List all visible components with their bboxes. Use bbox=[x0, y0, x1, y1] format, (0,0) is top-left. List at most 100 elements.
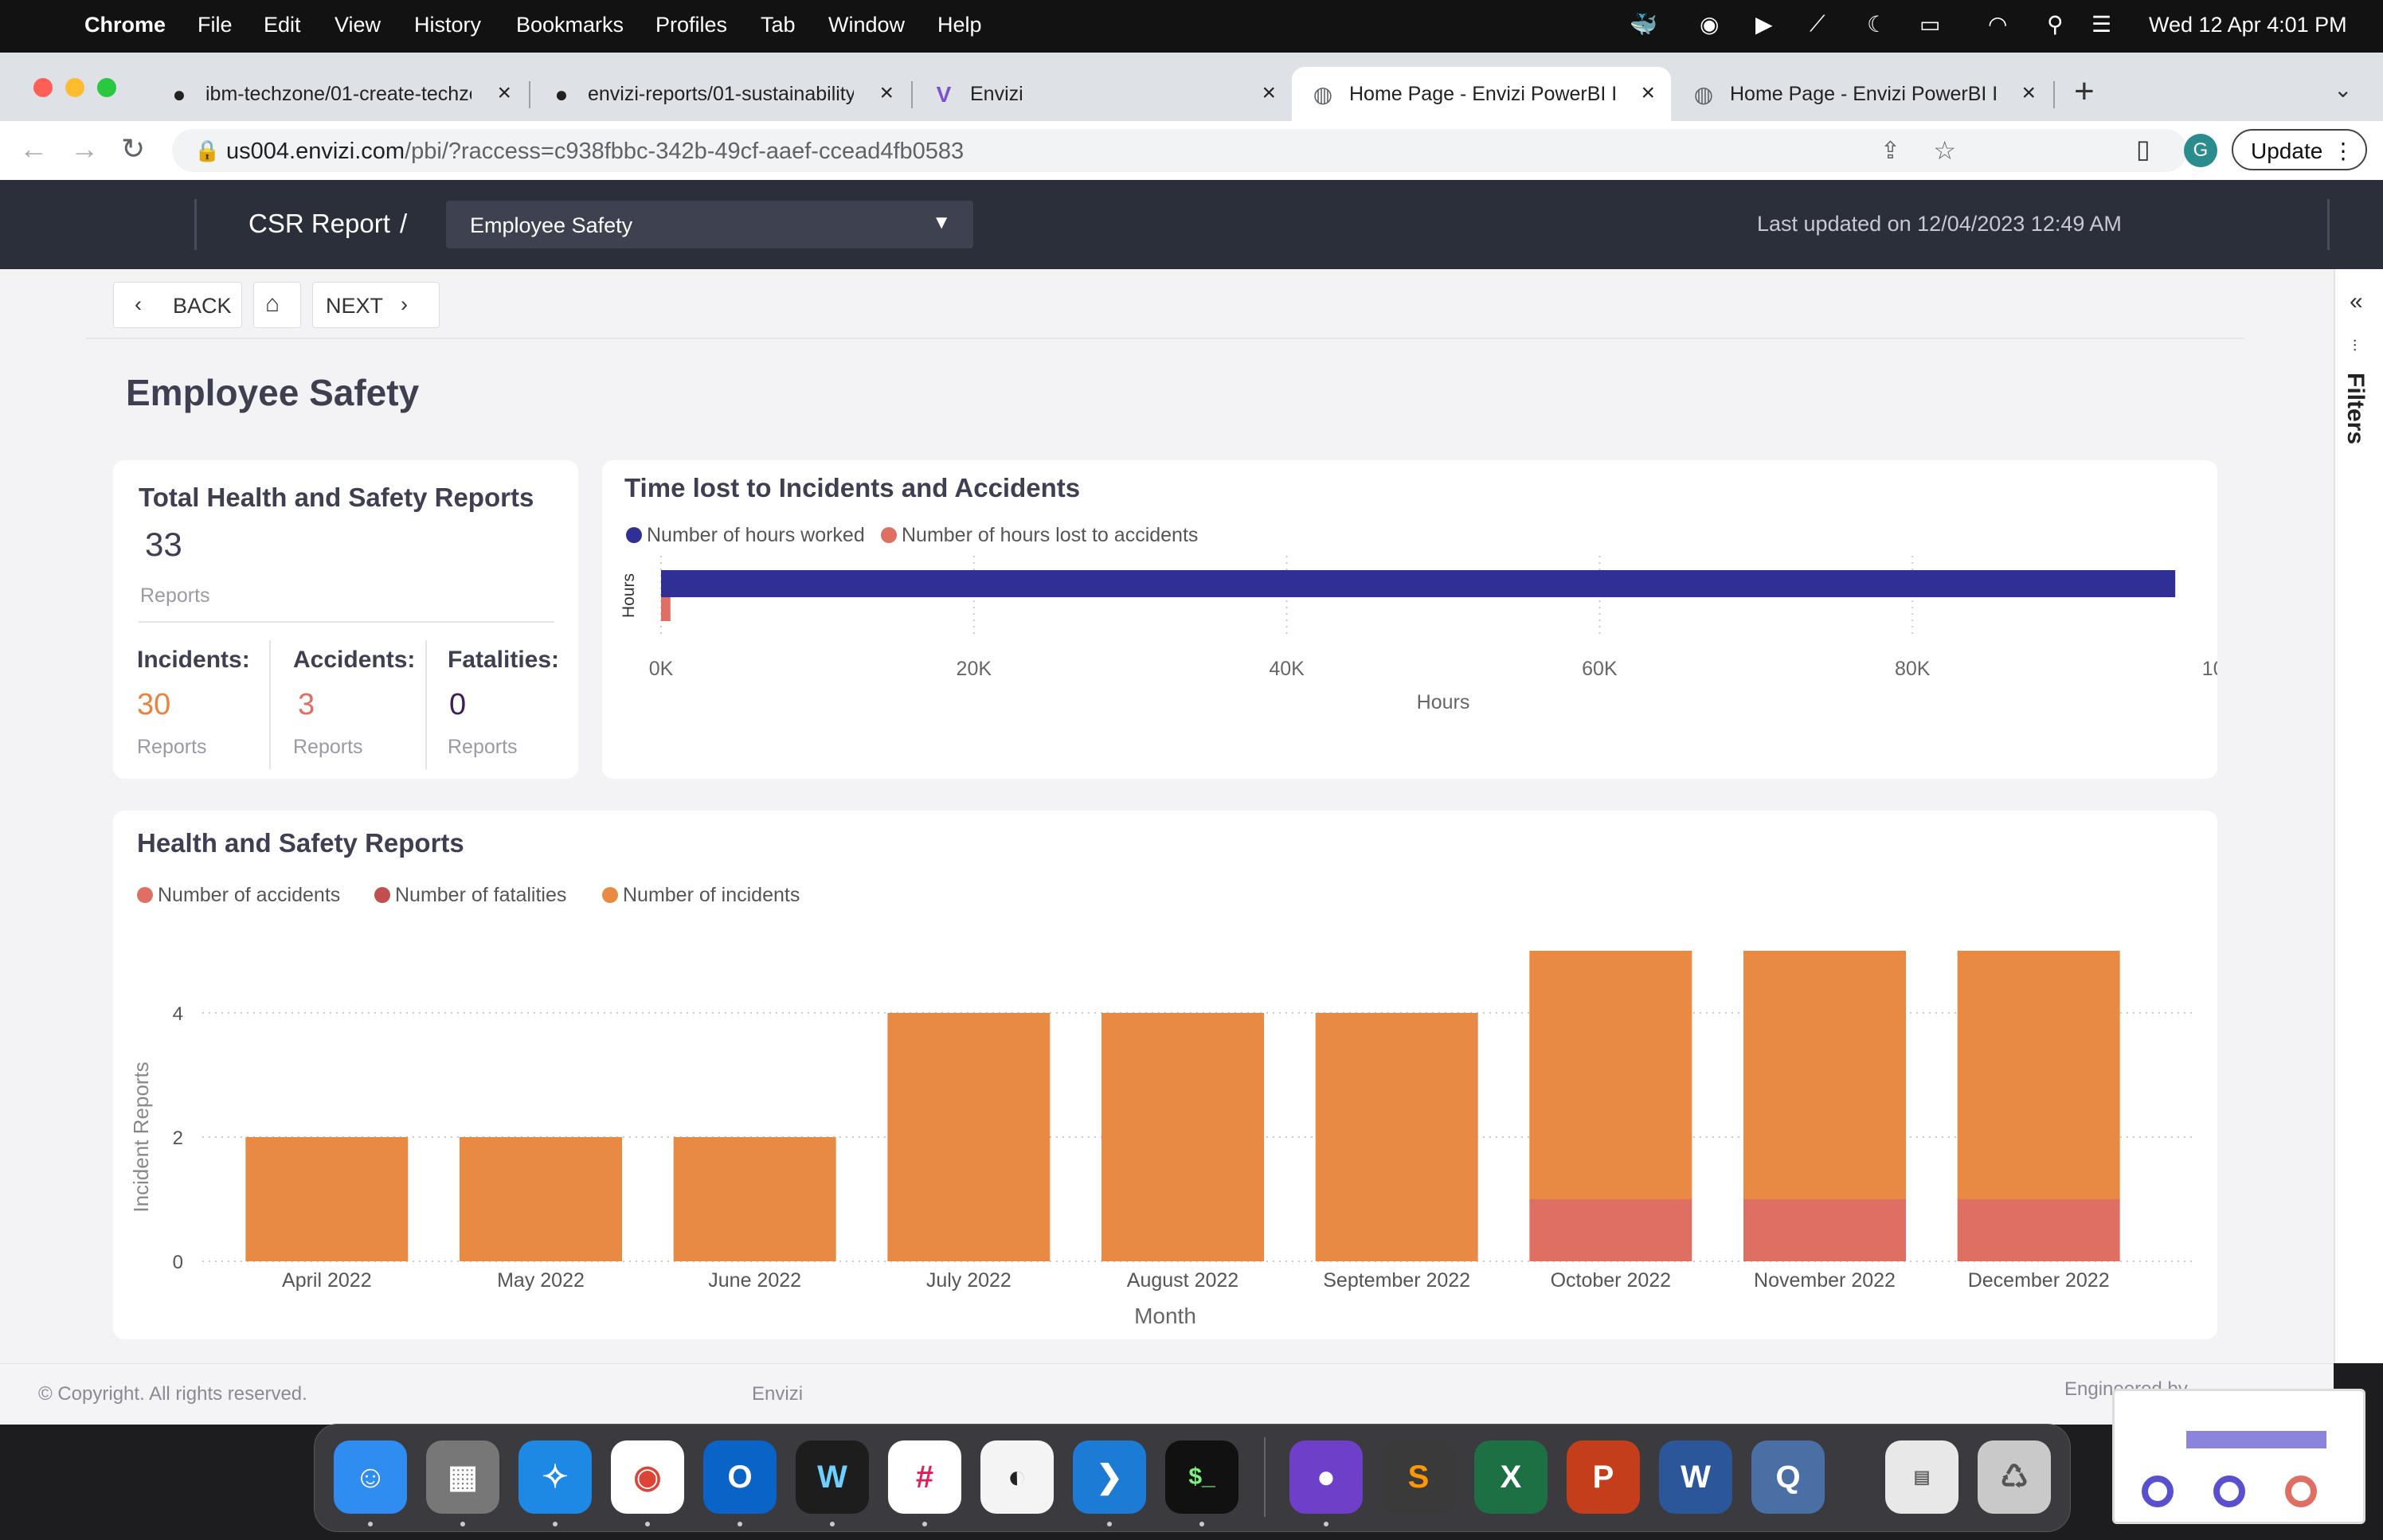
x-tick-label: 100K bbox=[2202, 658, 2217, 680]
browser-tab-5[interactable]: ◍ Home Page - Envizi PowerBI Integration… bbox=[1673, 67, 2052, 121]
moon-icon[interactable]: ☾ bbox=[1867, 11, 1887, 37]
legend-incidents[interactable]: Number of incidents bbox=[602, 884, 800, 907]
wifi-icon[interactable]: ◠ bbox=[1988, 11, 2007, 37]
chrome-icon[interactable]: ◉ bbox=[611, 1440, 684, 1514]
x-tick-label: August 2022 bbox=[1127, 1269, 1238, 1292]
address-bar[interactable]: 🔒 us004.envizi.com/pbi/?raccess=c938fbbc… bbox=[172, 129, 2187, 172]
tab-close-icon[interactable]: × bbox=[497, 80, 511, 107]
menu-help[interactable]: Help bbox=[937, 13, 982, 37]
forward-arrow-icon[interactable]: → bbox=[70, 132, 99, 166]
legend-dot bbox=[374, 887, 390, 903]
bar-incidents bbox=[1957, 951, 2120, 1199]
share-icon[interactable]: ⇪ bbox=[1880, 137, 1900, 165]
menu-view[interactable]: View bbox=[335, 13, 381, 37]
running-indicator bbox=[645, 1522, 650, 1526]
summary-total: 33 bbox=[145, 526, 182, 563]
menu-tab[interactable]: Tab bbox=[761, 13, 796, 37]
tab-close-icon[interactable]: × bbox=[2021, 80, 2036, 107]
legend-hours-lost[interactable]: Number of hours lost to accidents bbox=[881, 524, 1198, 547]
battery-icon[interactable]: ▭ bbox=[1919, 11, 1940, 37]
bar-incidents bbox=[887, 1013, 1051, 1261]
menu-profiles[interactable]: Profiles bbox=[655, 13, 727, 37]
sync-status-icon[interactable]: ◉ bbox=[1700, 11, 1719, 37]
outlook-icon[interactable]: O bbox=[703, 1440, 777, 1514]
browser-tab-1[interactable]: ● ibm-techzone/01-create-techzone × bbox=[148, 67, 527, 121]
reload-icon[interactable]: ↻ bbox=[121, 132, 145, 166]
excel-icon[interactable]: X bbox=[1474, 1440, 1548, 1514]
tab-search-chevron-icon[interactable]: ⌄ bbox=[2334, 76, 2352, 103]
webex-icon[interactable]: W bbox=[796, 1440, 869, 1514]
menu-bookmarks[interactable]: Bookmarks bbox=[516, 13, 624, 37]
bookmark-star-icon[interactable]: ☆ bbox=[1933, 135, 1956, 166]
filters-label[interactable]: Filters bbox=[2342, 373, 2369, 444]
fatalities-value: 0 bbox=[449, 688, 467, 721]
menu-datetime[interactable]: Wed 12 Apr 4:01 PM bbox=[2149, 13, 2347, 37]
github-desktop-icon[interactable]: ● bbox=[1289, 1440, 1363, 1514]
window-minimize-button[interactable] bbox=[65, 78, 84, 97]
profile-avatar[interactable]: G bbox=[2184, 134, 2217, 167]
play-icon[interactable]: ▶ bbox=[1755, 11, 1773, 37]
window-zoom-button[interactable] bbox=[97, 78, 116, 97]
report-page: ‹ BACK ⌂ NEXT › Employee Safety Total He… bbox=[0, 269, 2334, 1363]
launchpad-icon[interactable]: ▦ bbox=[426, 1440, 499, 1514]
legend-hours-worked[interactable]: Number of hours worked bbox=[626, 524, 865, 547]
slash-icon[interactable]: ⟋ bbox=[1810, 11, 1825, 37]
finder-icon[interactable]: ☺ bbox=[334, 1440, 407, 1514]
screenshot-thumbnail[interactable] bbox=[2112, 1389, 2365, 1524]
x-tick-label: 60K bbox=[1582, 658, 1618, 680]
window-close-button[interactable] bbox=[33, 78, 53, 97]
tab-divider bbox=[2053, 81, 2055, 108]
update-button[interactable]: Update ⋮ bbox=[2232, 129, 2367, 170]
accidents-value: 3 bbox=[298, 688, 315, 721]
y-tick-label: 2 bbox=[173, 1128, 183, 1149]
browser-toolbar: ← → ↻ 🔒 us004.envizi.com/pbi/?raccess=c9… bbox=[0, 121, 2383, 181]
footer-brand[interactable]: Envizi bbox=[752, 1383, 803, 1405]
back-arrow-icon[interactable]: ← bbox=[19, 132, 48, 166]
report-select[interactable]: Employee Safety ▼ bbox=[446, 201, 973, 248]
home-button[interactable]: ⌂ bbox=[253, 282, 301, 328]
menu-history[interactable]: History bbox=[414, 13, 481, 37]
sidepanel-icon[interactable]: ▯ bbox=[2136, 134, 2150, 164]
browser-tab-4-active[interactable]: ◍ Home Page - Envizi PowerBI Integration… bbox=[1292, 67, 1671, 121]
breadcrumb-csr-report[interactable]: CSR Report bbox=[248, 209, 390, 239]
collapse-double-chevron-icon[interactable]: « bbox=[2350, 288, 2363, 315]
bar-incidents bbox=[1315, 1013, 1478, 1261]
quicktime-icon[interactable]: Q bbox=[1751, 1440, 1825, 1514]
vscode-icon[interactable]: ❯ bbox=[1073, 1440, 1146, 1514]
next-label: NEXT bbox=[326, 294, 384, 318]
browser-tab-2[interactable]: ● envizi-reports/01-sustainability × bbox=[530, 67, 910, 121]
network-app-icon[interactable]: ◐ bbox=[980, 1440, 1054, 1514]
menu-edit[interactable]: Edit bbox=[264, 13, 301, 37]
menu-window[interactable]: Window bbox=[828, 13, 905, 37]
powerpoint-icon[interactable]: P bbox=[1567, 1440, 1640, 1514]
slack-icon[interactable]: # bbox=[888, 1440, 961, 1514]
word-icon[interactable]: W bbox=[1659, 1440, 1732, 1514]
tab-title: Home Page - Envizi PowerBI Integration bbox=[1730, 83, 1996, 105]
legend-accidents[interactable]: Number of accidents bbox=[137, 884, 340, 907]
kebab-menu-icon[interactable]: ⋮ bbox=[2332, 131, 2354, 172]
spotlight-search-icon[interactable]: ⚲ bbox=[2047, 11, 2064, 37]
tab-close-icon[interactable]: × bbox=[1262, 80, 1276, 107]
menu-app-name[interactable]: Chrome bbox=[84, 13, 166, 37]
sublime-text-icon[interactable]: S bbox=[1382, 1440, 1455, 1514]
time-lost-card: Time lost to Incidents and Accidents Num… bbox=[602, 460, 2217, 779]
browser-tab-3[interactable]: V Envizi × bbox=[913, 67, 1292, 121]
control-center-icon[interactable]: ☰ bbox=[2091, 11, 2111, 37]
docker-icon[interactable]: 🐳 bbox=[1630, 11, 1657, 37]
terminal-icon[interactable]: $_ bbox=[1165, 1440, 1238, 1514]
envizi-logo-icon: V bbox=[936, 82, 952, 107]
new-tab-icon[interactable]: + bbox=[2074, 72, 2095, 111]
next-button[interactable]: NEXT › bbox=[312, 282, 440, 328]
document-file-icon[interactable]: ▤ bbox=[1885, 1440, 1958, 1514]
tab-close-icon[interactable]: × bbox=[1641, 80, 1655, 107]
report-select-value: Employee Safety bbox=[470, 213, 633, 237]
tab-close-icon[interactable]: × bbox=[879, 80, 894, 107]
back-button[interactable]: ‹ BACK bbox=[113, 282, 242, 328]
address-text: us004.envizi.com/pbi/?raccess=c938fbbc-3… bbox=[226, 139, 964, 165]
github-icon: ● bbox=[172, 82, 186, 107]
trash-icon[interactable]: ♺ bbox=[1978, 1440, 2051, 1514]
legend-fatalities[interactable]: Number of fatalities bbox=[374, 884, 566, 907]
safari-icon[interactable]: ✧ bbox=[518, 1440, 592, 1514]
filters-panel[interactable]: « ⫶ Filters bbox=[2334, 269, 2383, 1363]
menu-file[interactable]: File bbox=[198, 13, 233, 37]
